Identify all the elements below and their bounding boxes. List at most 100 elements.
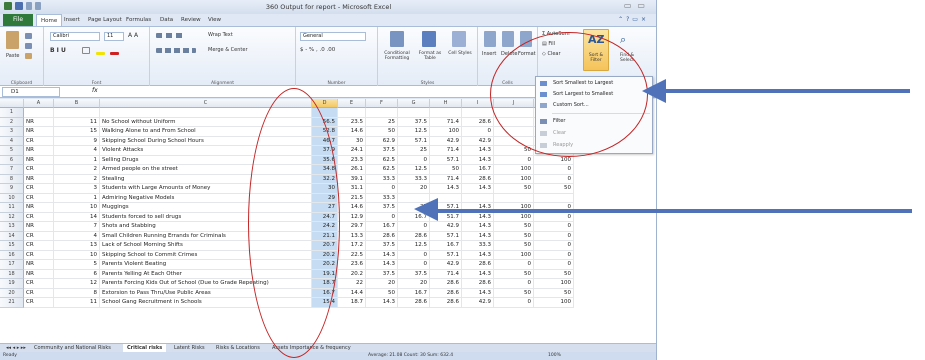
cell-e[interactable]: 22.5 bbox=[338, 250, 366, 260]
cell-a[interactable]: NR bbox=[24, 260, 54, 270]
cell-a[interactable]: NR bbox=[24, 117, 54, 127]
conditional-formatting-button[interactable]: Conditional Formatting bbox=[380, 51, 414, 61]
cell-i[interactable]: 14.3 bbox=[462, 184, 494, 194]
cell-h[interactable]: 14.3 bbox=[430, 184, 462, 194]
cell-i[interactable]: 14.3 bbox=[462, 269, 494, 279]
cell-i[interactable]: 14.3 bbox=[462, 146, 494, 156]
cell-h[interactable]: 16.7 bbox=[430, 241, 462, 251]
format-as-table-icon[interactable] bbox=[422, 31, 436, 47]
cell-g[interactable]: 0 bbox=[398, 155, 430, 165]
cell-f[interactable]: 16.7 bbox=[366, 222, 398, 232]
cell-k[interactable]: 0 bbox=[534, 241, 574, 251]
cell-g[interactable]: 25 bbox=[398, 146, 430, 156]
cell-a[interactable]: CR bbox=[24, 193, 54, 203]
cell-g[interactable]: 12.5 bbox=[398, 241, 430, 251]
format-as-table-button[interactable]: Format as Table bbox=[416, 51, 444, 61]
tab-file[interactable]: File bbox=[3, 14, 33, 26]
cell-i[interactable]: 14.3 bbox=[462, 155, 494, 165]
cell-f[interactable]: 37.5 bbox=[366, 203, 398, 213]
cell-k[interactable]: 0 bbox=[534, 250, 574, 260]
cell-b[interactable]: 11 bbox=[54, 117, 100, 127]
cell-i[interactable]: 42.9 bbox=[462, 136, 494, 146]
cell-f[interactable]: 0 bbox=[366, 212, 398, 222]
cell-g[interactable]: 16.7 bbox=[398, 288, 430, 298]
cell-h[interactable]: 42.9 bbox=[430, 260, 462, 270]
horizontal-align-icons[interactable] bbox=[156, 48, 196, 53]
grow-shrink-font-icon[interactable]: A A bbox=[128, 32, 138, 39]
cell-e[interactable]: 22 bbox=[338, 279, 366, 289]
cell-f[interactable]: 28.6 bbox=[366, 231, 398, 241]
cell-b[interactable]: 12 bbox=[54, 279, 100, 289]
cell-e[interactable]: 12.9 bbox=[338, 212, 366, 222]
cell-b[interactable]: 1 bbox=[54, 155, 100, 165]
cell-f[interactable]: 20 bbox=[366, 279, 398, 289]
cell-k[interactable]: 100 bbox=[534, 279, 574, 289]
cell-h[interactable]: 71.4 bbox=[430, 174, 462, 184]
cell-i[interactable]: 16.7 bbox=[462, 165, 494, 175]
row-header[interactable]: 8 bbox=[0, 174, 24, 184]
cell-g[interactable]: 0 bbox=[398, 250, 430, 260]
cell-h[interactable]: 71.4 bbox=[430, 269, 462, 279]
tab-formulas[interactable]: Formulas bbox=[126, 14, 151, 26]
merge-center-button[interactable]: Merge & Center bbox=[208, 47, 248, 53]
cell-g[interactable] bbox=[398, 108, 430, 118]
cell-e[interactable]: 18.7 bbox=[338, 298, 366, 308]
cell-a[interactable]: NR bbox=[24, 269, 54, 279]
cell-b[interactable]: 15 bbox=[54, 127, 100, 137]
tab-review[interactable]: Review bbox=[181, 14, 201, 26]
sheet-tab-community[interactable]: Community and National Risks bbox=[30, 344, 115, 352]
cell-h[interactable]: 57.1 bbox=[430, 155, 462, 165]
cell-f[interactable]: 37.5 bbox=[366, 146, 398, 156]
cell-h[interactable]: 57.1 bbox=[430, 231, 462, 241]
sheet-nav-arrows[interactable]: ◂◂ ◂ ▸ ▸▸ bbox=[2, 344, 30, 352]
cell-g[interactable]: 12.5 bbox=[398, 127, 430, 137]
cell-a[interactable]: CR bbox=[24, 165, 54, 175]
insert-function-icon[interactable]: fx bbox=[92, 87, 98, 94]
tab-insert[interactable]: Insert bbox=[64, 14, 80, 26]
help-icons[interactable]: ⌃?▭× bbox=[618, 16, 649, 23]
cell-i[interactable]: 33.3 bbox=[462, 241, 494, 251]
row-header[interactable]: 12 bbox=[0, 212, 24, 222]
cell-a[interactable]: CR bbox=[24, 212, 54, 222]
cell-j[interactable]: 50 bbox=[494, 288, 534, 298]
cell-a[interactable]: NR bbox=[24, 127, 54, 137]
cell-j[interactable]: 50 bbox=[494, 231, 534, 241]
tab-page-layout[interactable]: Page Layout bbox=[88, 14, 122, 26]
cell-b[interactable]: 3 bbox=[54, 184, 100, 194]
row-header[interactable]: 4 bbox=[0, 136, 24, 146]
cell-h[interactable]: 71.4 bbox=[430, 117, 462, 127]
cell-f[interactable]: 62.5 bbox=[366, 155, 398, 165]
cell-j[interactable]: 100 bbox=[494, 174, 534, 184]
cell-i[interactable]: 28.6 bbox=[462, 174, 494, 184]
cell-a[interactable]: NR bbox=[24, 203, 54, 213]
cell-e[interactable]: 29.7 bbox=[338, 222, 366, 232]
cell-styles-icon[interactable] bbox=[452, 31, 466, 47]
fill-color-icon[interactable] bbox=[96, 52, 105, 55]
number-format-select[interactable]: General bbox=[300, 32, 366, 41]
cell-styles-button[interactable]: Cell Styles bbox=[446, 51, 474, 56]
cell-j[interactable]: 0 bbox=[494, 298, 534, 308]
cell-j[interactable]: 0 bbox=[494, 260, 534, 270]
cell-e[interactable]: 14.4 bbox=[338, 288, 366, 298]
cell-f[interactable]: 62.9 bbox=[366, 136, 398, 146]
cell-e[interactable]: 13.3 bbox=[338, 231, 366, 241]
name-box[interactable]: D1 bbox=[2, 87, 60, 97]
cell-j[interactable]: 100 bbox=[494, 250, 534, 260]
font-color-icon[interactable] bbox=[110, 52, 119, 55]
cell-e[interactable]: 23.6 bbox=[338, 260, 366, 270]
row-header[interactable]: 5 bbox=[0, 146, 24, 156]
row-header[interactable]: 21 bbox=[0, 298, 24, 308]
cell-f[interactable]: 14.3 bbox=[366, 298, 398, 308]
row-header[interactable]: 19 bbox=[0, 279, 24, 289]
cell-b[interactable]: 10 bbox=[54, 250, 100, 260]
sheet-tab-latent-risks[interactable]: Latent Risks bbox=[170, 344, 209, 352]
cell-i[interactable]: 28.6 bbox=[462, 117, 494, 127]
cell-g[interactable]: 0 bbox=[398, 260, 430, 270]
cell-g[interactable]: 37.5 bbox=[398, 269, 430, 279]
cell-k[interactable]: 0 bbox=[534, 260, 574, 270]
row-header[interactable]: 6 bbox=[0, 155, 24, 165]
cell-k[interactable]: 50 bbox=[534, 269, 574, 279]
cell-a[interactable]: CR bbox=[24, 241, 54, 251]
row-header[interactable]: 9 bbox=[0, 184, 24, 194]
cell-a[interactable]: NR bbox=[24, 222, 54, 232]
